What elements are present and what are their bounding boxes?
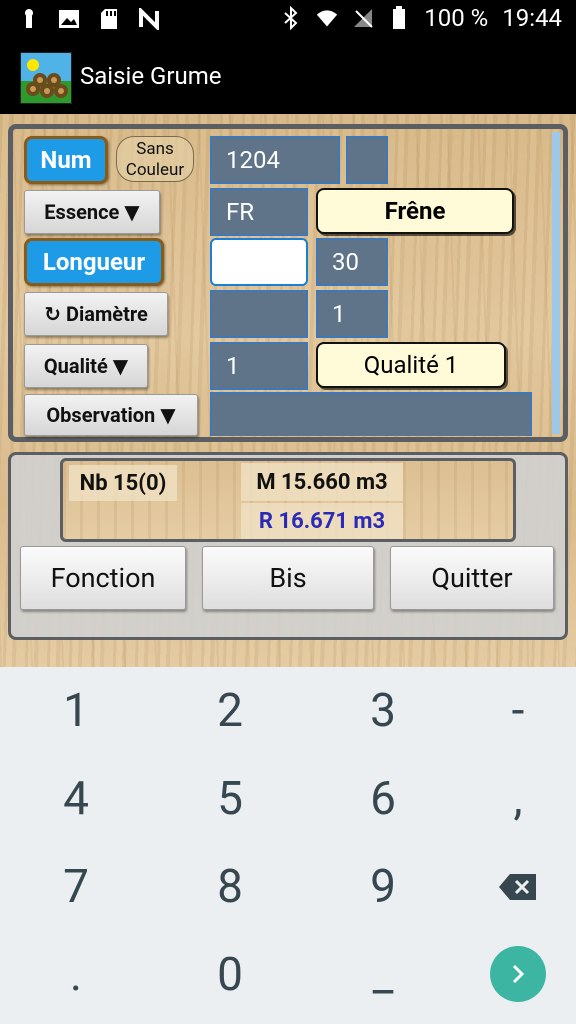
longueur-button[interactable]: Longueur <box>24 238 164 286</box>
key-0[interactable]: 0 <box>158 931 302 1019</box>
key-8[interactable]: 8 <box>158 843 302 931</box>
longueur-value[interactable]: 30 <box>316 238 388 286</box>
num-extra-field[interactable] <box>346 136 388 184</box>
battery-percent: 100 % <box>424 4 489 32</box>
tool-icon <box>18 8 40 30</box>
volume-m: M 15.660 m3 <box>241 463 403 501</box>
key-dot[interactable]: . <box>4 931 148 1019</box>
battery-icon <box>388 6 410 29</box>
essence-code-field[interactable]: FR <box>210 188 308 236</box>
log-count: Nb 15(0) <box>69 465 177 501</box>
key-6[interactable]: 6 <box>311 755 455 843</box>
app-title: Saisie Grume <box>80 62 222 90</box>
volume-r: R 16.671 m3 <box>241 503 403 539</box>
bluetooth-icon <box>280 6 302 30</box>
status-bar: 100 % 19:44 <box>0 0 576 40</box>
qualite-code-field[interactable]: 1 <box>210 342 308 390</box>
sans-couleur-label: Sans Couleur <box>125 139 185 180</box>
image-icon <box>58 8 80 30</box>
backspace-key[interactable] <box>446 843 576 931</box>
key-7[interactable]: 7 <box>4 843 148 931</box>
app-logo <box>20 52 72 104</box>
num-button[interactable]: Num <box>24 136 108 184</box>
key-4[interactable]: 4 <box>4 755 148 843</box>
fonction-button[interactable]: Fonction <box>20 546 186 610</box>
key-2[interactable]: 2 <box>158 667 302 755</box>
notification-icons <box>18 8 160 30</box>
clock: 19:44 <box>502 4 562 32</box>
system-status: 100 % 19:44 <box>280 4 562 32</box>
backspace-icon <box>499 874 536 900</box>
qualite-dropdown[interactable]: Qualité ▼ <box>24 344 148 388</box>
no-signal-icon <box>352 7 374 29</box>
wifi-icon <box>316 7 338 29</box>
bis-button[interactable]: Bis <box>202 546 374 610</box>
essence-dropdown[interactable]: Essence ▼ <box>24 190 160 234</box>
key-1[interactable]: 1 <box>4 667 148 755</box>
app-bar: Saisie Grume <box>0 40 576 114</box>
diametre-input[interactable] <box>210 290 308 338</box>
key-9[interactable]: 9 <box>311 843 455 931</box>
key-5[interactable]: 5 <box>158 755 302 843</box>
observation-field[interactable] <box>210 392 532 436</box>
key-space[interactable]: _ <box>311 931 455 1019</box>
diametre-button[interactable]: ↻ Diamètre <box>24 292 168 336</box>
key-3[interactable]: 3 <box>311 667 455 755</box>
sans-couleur-button[interactable]: Sans Couleur <box>116 136 194 182</box>
summary-box: Nb 15(0) M 15.660 m3 R 16.671 m3 <box>60 458 516 542</box>
form-scrollbar[interactable] <box>552 132 560 434</box>
essence-name-display: Frêne <box>316 188 514 234</box>
chevron-right-icon <box>512 964 525 984</box>
observation-dropdown[interactable]: Observation ▼ <box>24 394 198 436</box>
longueur-input[interactable] <box>210 238 308 286</box>
key-comma[interactable]: , <box>446 755 576 843</box>
sd-card-icon <box>98 8 120 30</box>
enter-key[interactable] <box>490 946 546 1002</box>
diametre-value[interactable]: 1 <box>316 290 388 338</box>
quitter-button[interactable]: Quitter <box>390 546 554 610</box>
num-field[interactable]: 1204 <box>210 136 340 184</box>
qualite-name-display: Qualité 1 <box>316 342 506 388</box>
n-icon <box>138 8 160 30</box>
key-minus[interactable]: - <box>446 667 576 755</box>
